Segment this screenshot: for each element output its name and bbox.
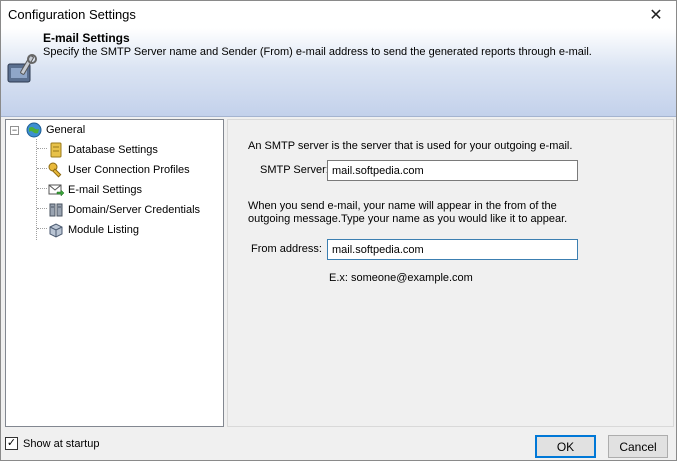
ok-button[interactable]: OK [535, 435, 596, 458]
show-at-startup-checkbox[interactable]: ✓ [5, 437, 18, 450]
tree-connector [37, 148, 47, 149]
smtp-intro-text: An SMTP server is the server that is use… [248, 140, 573, 152]
from-intro-text-line1: When you send e-mail, your name will app… [248, 200, 557, 212]
tree-item-label: E-mail Settings [68, 184, 142, 196]
tree-item-module-listing[interactable]: Module Listing [48, 221, 139, 239]
tree-connector [37, 188, 47, 189]
tree-item-user-connection-profiles[interactable]: User Connection Profiles [48, 161, 190, 179]
cancel-button[interactable]: Cancel [608, 435, 668, 458]
key-icon [48, 162, 62, 178]
tree-item-label: User Connection Profiles [68, 164, 190, 176]
from-intro-text-line2: outgoing message.Type your name as you w… [248, 213, 568, 225]
smtp-server-input[interactable] [327, 160, 578, 181]
tree-connector [36, 139, 37, 240]
window-title: Configuration Settings [8, 7, 136, 22]
globe-icon [26, 122, 42, 138]
tools-icon [7, 54, 37, 83]
from-address-input[interactable] [327, 239, 578, 260]
tree-connector [37, 168, 47, 169]
collapse-icon[interactable]: − [10, 126, 19, 135]
tree-item-domain-server-credentials[interactable]: Domain/Server Credentials [48, 201, 200, 219]
configuration-settings-window: Configuration Settings ✕ E-mail Settings… [0, 0, 677, 461]
server-icon [49, 203, 63, 217]
tree-item-email-settings[interactable]: E-mail Settings [48, 181, 142, 199]
database-icon [50, 142, 62, 158]
tree-item-label: General [46, 124, 86, 136]
example-text: E.x: someone@example.com [329, 272, 473, 284]
tree-connector [37, 208, 47, 209]
tree-item-label: Module Listing [68, 224, 139, 236]
banner-heading: E-mail Settings [43, 31, 130, 45]
show-at-startup-option[interactable]: ✓ Show at startup [5, 437, 99, 450]
email-icon [48, 184, 64, 197]
from-address-label: From address: [251, 243, 322, 255]
module-icon [49, 223, 63, 238]
header-banner: E-mail Settings Specify the SMTP Server … [1, 28, 676, 117]
email-settings-panel: An SMTP server is the server that is use… [227, 119, 674, 427]
title-bar: Configuration Settings ✕ [1, 1, 676, 28]
banner-description: Specify the SMTP Server name and Sender … [43, 46, 592, 58]
settings-tree: − General Database Settings User Connect… [5, 119, 224, 427]
tree-item-label: Domain/Server Credentials [68, 204, 201, 216]
show-at-startup-label: Show at startup [23, 437, 100, 450]
smtp-server-label: SMTP Server: [260, 164, 329, 176]
close-icon[interactable]: ✕ [636, 1, 676, 28]
tree-connector [37, 228, 47, 229]
tree-item-label: Database Settings [68, 144, 158, 156]
tree-item-database-settings[interactable]: Database Settings [48, 141, 158, 159]
tree-item-general[interactable]: General [26, 121, 85, 139]
